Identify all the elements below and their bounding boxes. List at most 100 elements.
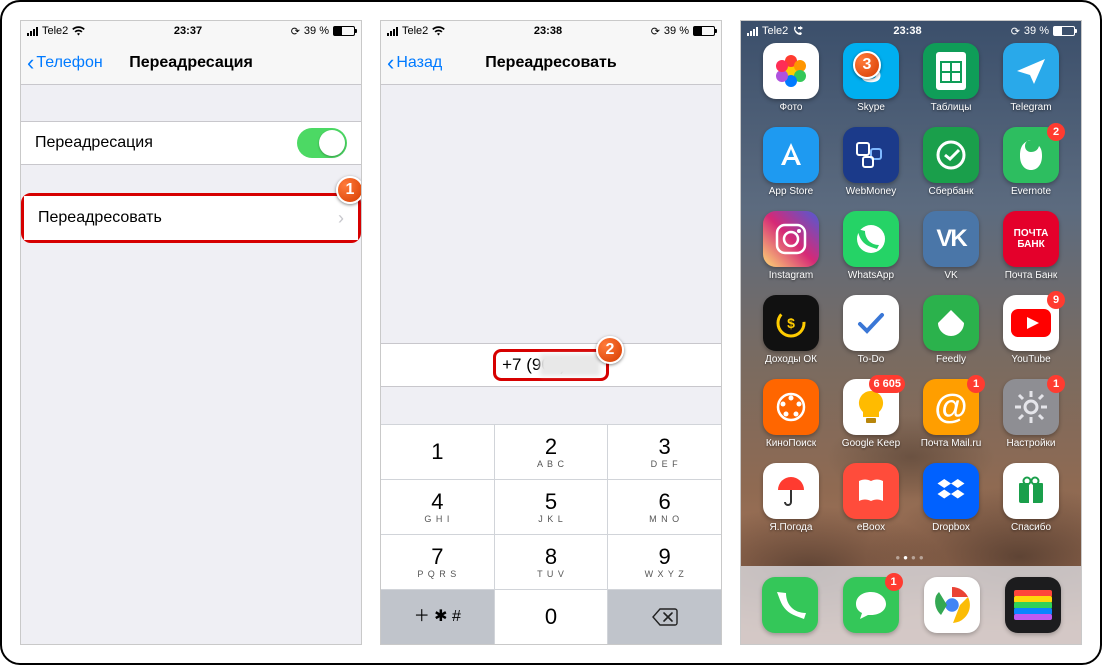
app-todo[interactable]: To-Do xyxy=(831,295,911,379)
app-label: Feedly xyxy=(936,354,966,365)
app-feedly[interactable]: Feedly xyxy=(911,295,991,379)
app-label: App Store xyxy=(769,186,813,197)
forward-to-label: Переадресовать xyxy=(38,209,338,227)
dock-app-messages[interactable]: 1 xyxy=(843,577,899,633)
app-dohody[interactable]: $Доходы ОК xyxy=(751,295,831,379)
app-photos[interactable]: Фото xyxy=(751,43,831,127)
forwarding-toggle-row[interactable]: Переадресация xyxy=(21,121,361,165)
app-icon-appstore xyxy=(763,127,819,183)
app-instagram[interactable]: Instagram xyxy=(751,211,831,295)
app-sber[interactable]: Сбербанк xyxy=(911,127,991,211)
app-spasibo[interactable]: Спасибо xyxy=(991,463,1071,547)
dock: 1 xyxy=(741,566,1081,644)
signal-icon xyxy=(387,26,398,36)
nav-bar: ‹ Назад Переадресовать xyxy=(381,41,721,85)
app-label: Telegram xyxy=(1010,102,1051,113)
app-grid: ФотоSSkypeТаблицыTelegramApp StoreWebMon… xyxy=(741,41,1081,547)
svg-text:$: $ xyxy=(787,315,795,331)
app-label: Настройки xyxy=(1006,438,1055,449)
dock-icon-chrome xyxy=(924,577,980,633)
switch-on-icon[interactable] xyxy=(297,128,347,158)
app-icon-whatsapp xyxy=(843,211,899,267)
status-bar: Tele2 23:38 ⟳ 39 % xyxy=(741,21,1081,41)
keypad-key-0[interactable]: 0 xyxy=(495,590,608,644)
keypad-key-5[interactable]: 5J K L xyxy=(495,480,608,534)
notification-badge: 1 xyxy=(1047,375,1065,393)
battery-icon xyxy=(1053,26,1075,36)
app-icon-spasibo xyxy=(1003,463,1059,519)
keypad-key-7[interactable]: 7P Q R S xyxy=(381,535,494,589)
notification-badge: 1 xyxy=(967,375,985,393)
app-label: WhatsApp xyxy=(848,270,894,281)
chevron-left-icon: ‹ xyxy=(387,52,394,74)
app-keep[interactable]: Google Keep6 605 xyxy=(831,379,911,463)
notification-badge: 2 xyxy=(1047,123,1065,141)
dock-app-phone[interactable] xyxy=(762,577,818,633)
toggle-label: Переадресация xyxy=(35,134,297,152)
status-bar: Tele2 23:37 ⟳ 39 % xyxy=(21,21,361,41)
keypad-key-2[interactable]: 2A B C xyxy=(495,425,608,479)
app-icon-eboox xyxy=(843,463,899,519)
carrier-label: Tele2 xyxy=(42,25,68,37)
callout-badge-1: 1 xyxy=(336,176,362,204)
wifi-icon xyxy=(72,26,85,36)
app-appstore[interactable]: App Store xyxy=(751,127,831,211)
app-icon-yaweather xyxy=(763,463,819,519)
signal-icon xyxy=(27,26,38,36)
app-evernote[interactable]: Evernote2 xyxy=(991,127,1071,211)
screen-3-home-screen: Tele2 23:38 ⟳ 39 % 3 ФотоSSkypeТаблицыTe… xyxy=(740,20,1082,645)
keypad-backspace-key[interactable] xyxy=(608,590,721,644)
keypad-symbols-key[interactable]: ＋ ✱ # xyxy=(381,590,494,644)
app-eboox[interactable]: eBoox xyxy=(831,463,911,547)
battery-percent: 39 % xyxy=(664,25,689,37)
back-button[interactable]: ‹ Назад xyxy=(387,52,442,74)
app-label: Dropbox xyxy=(932,522,970,533)
page-indicator[interactable]: ●●●● xyxy=(741,553,1081,562)
app-icon-dropbox xyxy=(923,463,979,519)
keypad-key-9[interactable]: 9W X Y Z xyxy=(608,535,721,589)
app-vk[interactable]: VKVK xyxy=(911,211,991,295)
app-mailru[interactable]: @Почта Mail.ru1 xyxy=(911,379,991,463)
app-pochtabank[interactable]: ПОЧТА БАНКПочта Банк xyxy=(991,211,1071,295)
carrier-label: Tele2 xyxy=(402,25,428,37)
backspace-icon xyxy=(652,608,678,626)
notification-badge: 9 xyxy=(1047,291,1065,309)
back-button[interactable]: ‹ Телефон xyxy=(27,52,103,74)
app-youtube[interactable]: YouTube9 xyxy=(991,295,1071,379)
clock: 23:38 xyxy=(804,25,1010,37)
signal-icon xyxy=(747,26,758,36)
chevron-right-icon: › xyxy=(338,208,344,229)
dock-app-chrome[interactable] xyxy=(924,577,980,633)
phone-number-field[interactable]: +7 (904) 2 xyxy=(381,343,721,387)
app-label: Почта Mail.ru xyxy=(921,438,982,449)
keypad-key-1[interactable]: 1 xyxy=(381,425,494,479)
app-telegram[interactable]: Telegram xyxy=(991,43,1071,127)
nav-bar: ‹ Телефон Переадресация xyxy=(21,41,361,85)
app-icon-pochtabank: ПОЧТА БАНК xyxy=(1003,211,1059,267)
forward-to-row[interactable]: Переадресовать › xyxy=(24,196,358,240)
app-kinopoisk[interactable]: КиноПоиск xyxy=(751,379,831,463)
app-whatsapp[interactable]: WhatsApp xyxy=(831,211,911,295)
app-label: Evernote xyxy=(1011,186,1051,197)
app-label: Фото xyxy=(780,102,803,113)
battery-icon xyxy=(693,26,715,36)
keypad-key-4[interactable]: 4G H I xyxy=(381,480,494,534)
app-yaweather[interactable]: Я.Погода xyxy=(751,463,831,547)
clock: 23:38 xyxy=(445,25,650,37)
app-sheets[interactable]: Таблицы xyxy=(911,43,991,127)
status-bar: Tele2 23:38 ⟳ 39 % xyxy=(381,21,721,41)
keypad-key-3[interactable]: 3D E F xyxy=(608,425,721,479)
dock-icon-phone xyxy=(762,577,818,633)
app-settings[interactable]: Настройки1 xyxy=(991,379,1071,463)
app-dropbox[interactable]: Dropbox xyxy=(911,463,991,547)
keypad-key-6[interactable]: 6M N O xyxy=(608,480,721,534)
app-webmoney[interactable]: WebMoney xyxy=(831,127,911,211)
app-label: WebMoney xyxy=(846,186,896,197)
dock-app-wallet[interactable] xyxy=(1005,577,1061,633)
app-icon-webmoney xyxy=(843,127,899,183)
callout-badge-3: 3 xyxy=(853,51,881,79)
battery-percent: 39 % xyxy=(304,25,329,37)
keypad-key-8[interactable]: 8T U V xyxy=(495,535,608,589)
app-label: Таблицы xyxy=(931,102,972,113)
app-icon-instagram xyxy=(763,211,819,267)
